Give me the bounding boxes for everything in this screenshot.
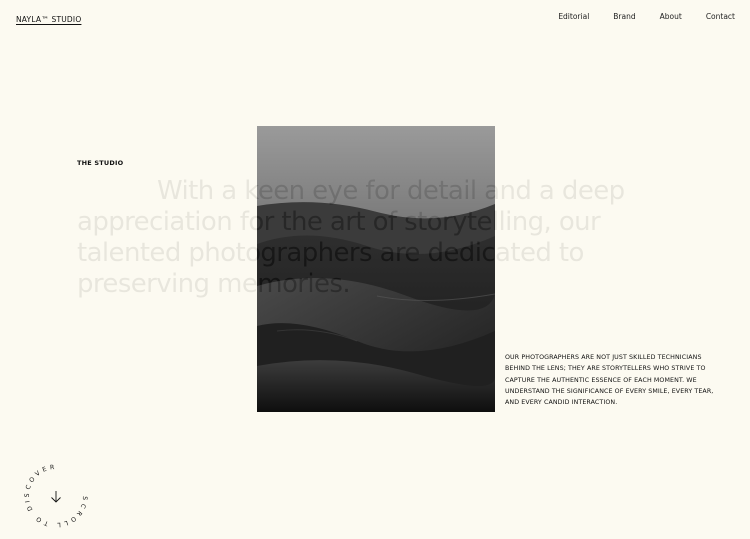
studio-headline: With a keen eye for detail and a deep ap… [77,176,697,300]
nav-editorial[interactable]: Editorial [558,12,589,21]
nav-about[interactable]: About [660,12,682,21]
studio-description: OUR PHOTOGRAPHERS ARE NOT JUST SKILLED T… [505,354,714,407]
main-nav: Editorial Brand About Contact [534,12,735,21]
page: NAYLA™ STUDIO Editorial Brand About Cont… [0,0,750,539]
nav-brand[interactable]: Brand [613,12,635,21]
nav-contact[interactable]: Contact [706,12,735,21]
arrow-down-icon [51,491,61,503]
scroll-to-discover-badge[interactable]: SCROLL TO DISCOVER [20,460,92,532]
brand-logo[interactable]: NAYLA™ STUDIO [16,15,81,24]
headline-text: With a keen eye for detail and a deep ap… [77,176,625,299]
section-label: THE STUDIO [77,159,124,167]
